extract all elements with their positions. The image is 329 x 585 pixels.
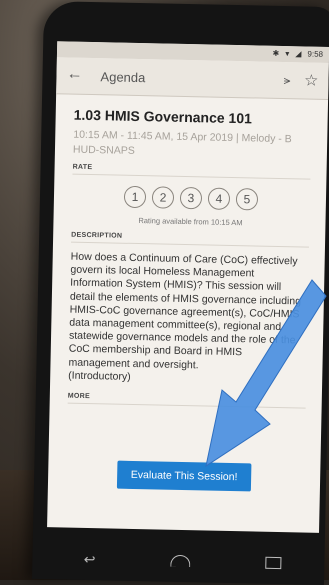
nav-back-icon[interactable]: ↩	[84, 550, 96, 567]
rating-note: Rating available from 10:15 AM	[138, 216, 243, 228]
share-icon[interactable]: ⪫	[284, 73, 291, 88]
status-time: 9:58	[307, 49, 324, 59]
rate-label: RATE	[72, 163, 311, 180]
phone-device: ✱ ▾ ◢ 9:58 ← Agenda ⪫ ☆ 1.03 HMIS Govern…	[31, 1, 329, 585]
more-label: MORE	[67, 392, 306, 409]
session-track: HUD-SNAPS	[72, 143, 135, 157]
description-body: How does a Continuum of Care (CoC) effec…	[68, 250, 302, 371]
description-level: (Introductory)	[68, 369, 131, 383]
arrow-left-icon[interactable]: ←	[66, 65, 82, 83]
rating-option-3[interactable]: 3	[179, 186, 203, 210]
star-outline-icon[interactable]: ☆	[304, 70, 319, 90]
description-label: DESCRIPTION	[71, 231, 310, 248]
signal-icon: ◢	[295, 49, 302, 59]
rating-option-1[interactable]: 1	[123, 185, 147, 209]
wifi-icon: ▾	[285, 49, 290, 59]
phone-screen: ✱ ▾ ◢ 9:58 ← Agenda ⪫ ☆ 1.03 HMIS Govern…	[47, 41, 329, 533]
rating-option-4[interactable]: 4	[207, 187, 231, 210]
evaluate-session-button[interactable]: Evaluate This Session!	[116, 460, 252, 492]
nav-recents-icon[interactable]	[264, 556, 282, 570]
session-content: 1.03 HMIS Governance 101 10:15 AM - 11:4…	[50, 94, 328, 409]
android-nav-bar: ↩	[46, 541, 319, 581]
app-title: Agenda	[100, 69, 146, 86]
nav-home-icon[interactable]	[170, 554, 191, 568]
evaluate-container: Evaluate This Session!	[48, 459, 321, 493]
rating-option-5[interactable]: 5	[235, 188, 259, 211]
rating-option-2[interactable]: 2	[151, 186, 175, 209]
app-bar: ← Agenda ⪫ ☆	[56, 57, 329, 100]
rating-options: 1 2 3 4 5	[72, 185, 310, 212]
session-title: 1.03 HMIS Governance 101	[73, 106, 253, 127]
bluetooth-icon: ✱	[272, 48, 280, 58]
description-text: How does a Continuum of Care (CoC) effec…	[68, 251, 309, 388]
